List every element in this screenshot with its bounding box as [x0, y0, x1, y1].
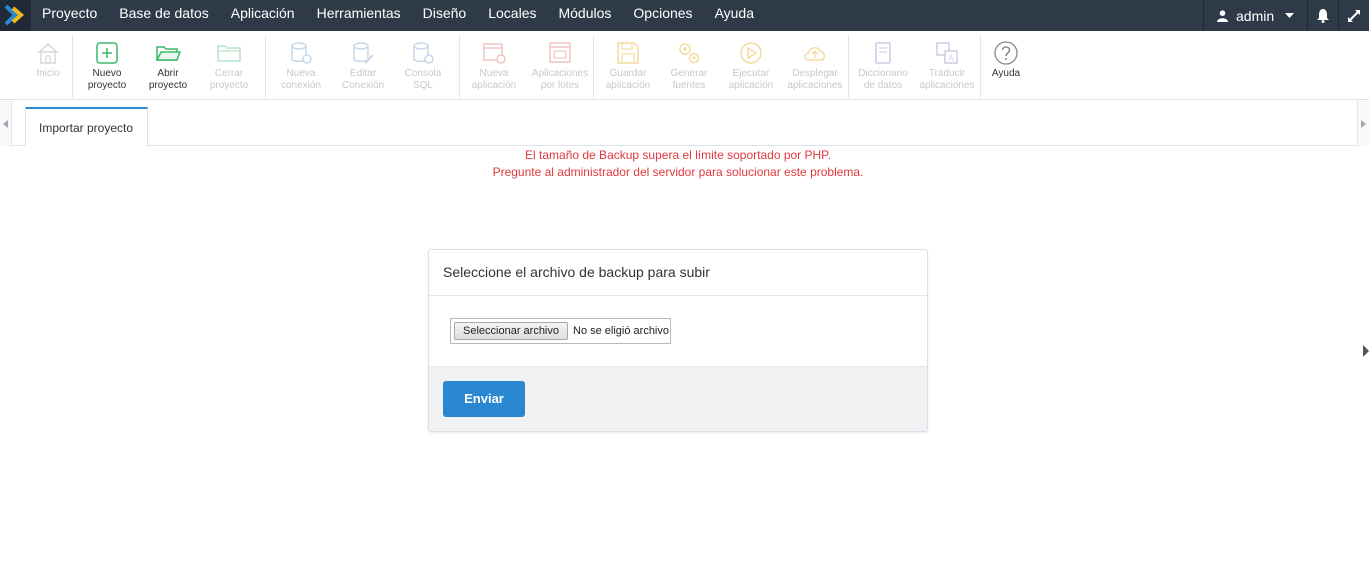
toolbar-ejecutar-aplicacion[interactable]: Ejecutar aplicación [724, 31, 778, 100]
toolbar-label: Nuevo proyecto [87, 68, 127, 91]
menu-ayuda[interactable]: Ayuda [704, 0, 765, 31]
toolbar-aplicaciones-por-lotes[interactable]: Aplicaciones por lotes [528, 31, 592, 100]
toolbar-label: Inicio [36, 68, 60, 79]
file-status: No se eligió archivo [573, 325, 669, 337]
app-batch-icon [549, 42, 571, 63]
main-menu: Proyecto Base de datos Aplicación Herram… [31, 0, 765, 31]
toolbar-label: Nueva conexión [280, 68, 322, 91]
panel-body: Seleccionar archivo No se eligió archivo [429, 296, 927, 366]
bell-icon [1317, 8, 1329, 23]
toolbar-divider [593, 35, 594, 98]
toolbar-label: Diccionario de datos [858, 68, 908, 91]
save-icon [617, 42, 639, 64]
play-icon [740, 42, 762, 64]
tab-scroll-left[interactable] [0, 101, 12, 146]
toolbar-divider [980, 35, 981, 98]
expand-icon [1348, 9, 1360, 22]
home-icon [37, 42, 59, 64]
cloud-upload-icon [804, 47, 825, 61]
toolbar-divider [72, 35, 73, 98]
toolbar-label: Editar Conexión [341, 68, 385, 91]
toolbar-label: Consola SQL [404, 68, 442, 91]
toolbar-consola-sql[interactable]: Consola SQL [396, 31, 450, 100]
chevron-right-icon [1361, 119, 1366, 128]
user-menu[interactable]: admin [1203, 0, 1307, 31]
error-line-1: El tamaño de Backup supera el límite sop… [525, 148, 831, 162]
choose-file-button[interactable]: Seleccionar archivo [454, 322, 568, 340]
toolbar-divider [848, 35, 849, 98]
upload-panel: Seleccione el archivo de backup para sub… [428, 249, 928, 432]
toolbar-editar-conexion[interactable]: Editar Conexión [336, 31, 390, 100]
book-icon [875, 42, 891, 64]
toolbar-ayuda[interactable]: Ayuda [985, 31, 1027, 100]
tab-importar-proyecto[interactable]: Importar proyecto [25, 107, 148, 147]
toolbar-cerrar-proyecto[interactable]: Cerrar proyecto [203, 31, 255, 100]
toolbar-desplegar-aplicaciones[interactable]: Desplegar aplicaciones [784, 31, 846, 100]
menu-proyecto[interactable]: Proyecto [31, 0, 108, 31]
submit-button[interactable]: Enviar [443, 381, 525, 417]
app-add-icon [483, 43, 506, 64]
fullscreen-button[interactable] [1338, 0, 1369, 31]
translate-icon: A [936, 42, 958, 64]
toolbar-label: Ejecutar aplicación [728, 68, 774, 91]
toolbar-nueva-aplicacion[interactable]: Nueva aplicación [466, 31, 522, 100]
error-message: El tamaño de Backup supera el límite sop… [0, 147, 1356, 181]
toolbar-label: Desplegar aplicaciones [787, 68, 843, 91]
menu-right: admin [1203, 0, 1369, 31]
panel-title: Seleccione el archivo de backup para sub… [429, 250, 927, 296]
menu-aplicacion[interactable]: Aplicación [220, 0, 306, 31]
toolbar-label: Aplicaciones por lotes [531, 68, 589, 91]
svg-text:A: A [948, 54, 954, 63]
toolbar-guardar-aplicacion[interactable]: Guardar aplicación [601, 31, 655, 100]
toolbar-label: Ayuda [991, 68, 1021, 79]
menu-modulos[interactable]: Módulos [547, 0, 622, 31]
menu-diseno[interactable]: Diseño [412, 0, 478, 31]
toolbar-label: Generar fuentes [670, 68, 708, 91]
user-icon [1217, 9, 1228, 22]
toolbar-divider [265, 35, 266, 98]
menu-base-de-datos[interactable]: Base de datos [108, 0, 220, 31]
toolbar-diccionario-de-datos[interactable]: Diccionario de datos [854, 31, 912, 100]
file-input[interactable]: Seleccionar archivo No se eligió archivo [450, 318, 671, 344]
tab-bar: Importar proyecto [0, 101, 1369, 147]
panel-footer: Enviar [429, 366, 927, 431]
toolbar-label: Nueva aplicación [471, 68, 517, 91]
toolbar-nueva-conexion[interactable]: Nueva conexión [274, 31, 328, 100]
database-edit-icon [353, 42, 374, 64]
database-add-icon [291, 42, 312, 64]
toolbar-label: Traducir aplicaciones [919, 68, 975, 91]
plus-square-icon [96, 42, 118, 64]
toolbar-label: Guardar aplicación [605, 68, 651, 91]
folder-icon [217, 45, 241, 62]
chevron-left-icon [3, 119, 8, 128]
toolbar: Inicio Nuevo proyecto Abrir proyecto Cer… [0, 31, 1369, 100]
folder-open-icon [155, 46, 181, 61]
tab-scroll-right[interactable] [1357, 101, 1369, 146]
toolbar-label: Cerrar proyecto [209, 68, 249, 91]
user-name: admin [1236, 7, 1275, 24]
toolbar-abrir-proyecto[interactable]: Abrir proyecto [141, 31, 195, 100]
help-icon [994, 41, 1018, 65]
error-line-2: Pregunte al administrador del servidor p… [492, 165, 864, 179]
toolbar-label: Abrir proyecto [148, 68, 188, 91]
toolbar-nuevo-proyecto[interactable]: Nuevo proyecto [80, 31, 134, 100]
caret-down-icon [1285, 13, 1295, 18]
menu-opciones[interactable]: Opciones [622, 0, 703, 31]
menu-locales[interactable]: Locales [477, 0, 547, 31]
app-logo-icon[interactable] [0, 0, 31, 31]
toolbar-generar-fuentes[interactable]: Generar fuentes [662, 31, 716, 100]
notifications-button[interactable] [1307, 0, 1338, 31]
side-panel-toggle-icon[interactable] [1363, 345, 1369, 357]
gears-icon [679, 43, 700, 64]
tab-label: Importar proyecto [39, 121, 134, 135]
toolbar-traducir-aplicaciones[interactable]: A Traducir aplicaciones [916, 31, 978, 100]
menu-herramientas[interactable]: Herramientas [306, 0, 412, 31]
database-console-icon [413, 42, 434, 64]
top-menu-bar: Proyecto Base de datos Aplicación Herram… [0, 0, 1369, 31]
toolbar-divider [459, 35, 460, 98]
toolbar-inicio[interactable]: Inicio [25, 31, 71, 100]
